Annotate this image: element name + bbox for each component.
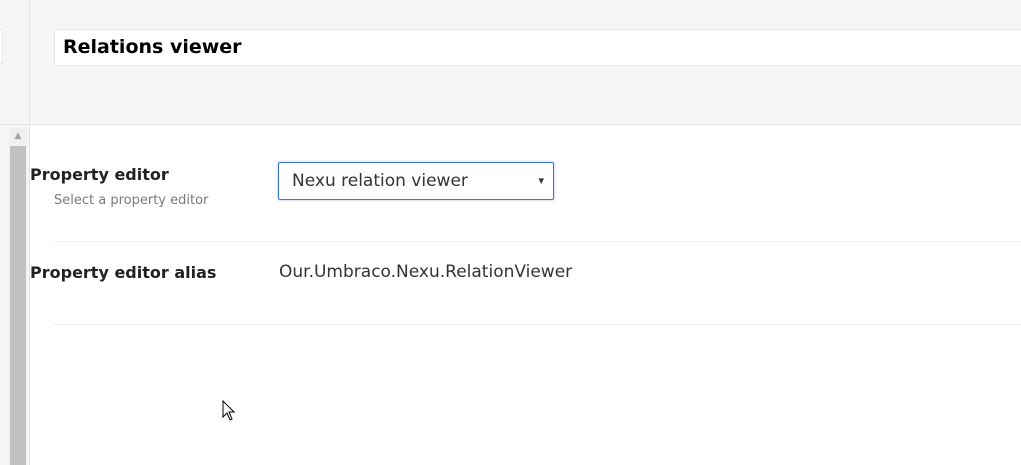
caret-down-icon: ▾ bbox=[538, 174, 544, 187]
datatype-name-input[interactable]: Relations viewer bbox=[54, 29, 1021, 66]
property-editor-alias-label: Property editor alias bbox=[30, 263, 217, 282]
left-tree-pane: ▲ bbox=[0, 0, 30, 465]
mouse-pointer-icon bbox=[222, 400, 236, 421]
property-editor-label: Property editor bbox=[30, 165, 169, 184]
editor-content: Property editor Select a property editor… bbox=[30, 125, 1021, 465]
editor-header: Relations viewer bbox=[30, 0, 1021, 125]
property-editor-alias-value: Our.Umbraco.Nexu.RelationViewer bbox=[279, 262, 573, 282]
left-search-input-edge[interactable] bbox=[0, 29, 3, 64]
property-editor-alias-row bbox=[54, 242, 1021, 325]
property-editor-select[interactable]: Nexu relation viewer ▾ bbox=[278, 162, 554, 200]
left-pane-divider bbox=[0, 124, 29, 125]
scrollbar-up-arrow-icon[interactable]: ▲ bbox=[9, 128, 27, 144]
property-editor-description: Select a property editor bbox=[54, 193, 209, 208]
property-editor-selected-value: Nexu relation viewer bbox=[292, 171, 468, 191]
scrollbar-thumb[interactable] bbox=[10, 146, 26, 465]
